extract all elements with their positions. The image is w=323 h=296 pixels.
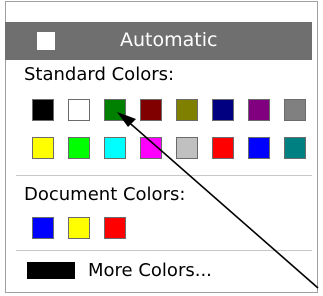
- arrow-line: [123, 117, 319, 289]
- annotation-arrow: [117, 112, 319, 289]
- arrow-head: [117, 112, 136, 127]
